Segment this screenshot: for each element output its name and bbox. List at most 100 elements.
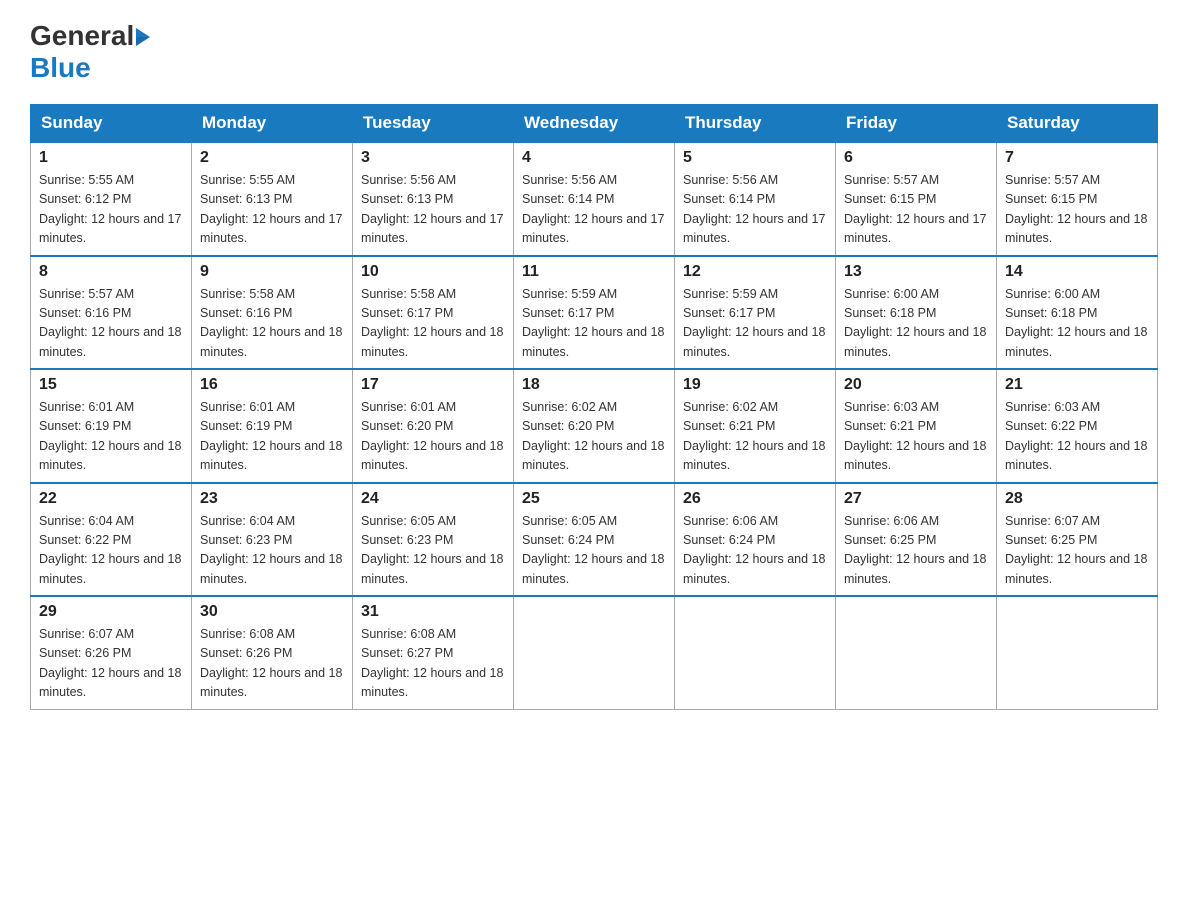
day-number: 17 (361, 376, 505, 394)
day-number: 31 (361, 603, 505, 621)
day-info: Sunrise: 6:01 AMSunset: 6:20 PMDaylight:… (361, 398, 505, 476)
calendar-cell: 6 Sunrise: 5:57 AMSunset: 6:15 PMDaylight… (836, 142, 997, 256)
day-number: 26 (683, 490, 827, 508)
day-number: 18 (522, 376, 666, 394)
day-info: Sunrise: 5:56 AMSunset: 6:14 PMDaylight:… (522, 171, 666, 249)
calendar-cell: 8Sunrise: 5:57 AMSunset: 6:16 PMDaylight… (31, 256, 192, 370)
calendar-cell: 10Sunrise: 5:58 AMSunset: 6:17 PMDayligh… (353, 256, 514, 370)
day-number: 27 (844, 490, 988, 508)
calendar-cell (997, 596, 1158, 709)
calendar-cell: 17 Sunrise: 6:01 AMSunset: 6:20 PMDayligh… (353, 369, 514, 483)
calendar-week-5: 29 Sunrise: 6:07 AMSunset: 6:26 PMDayligh… (31, 596, 1158, 709)
calendar-cell: 26 Sunrise: 6:06 AMSunset: 6:24 PMDayligh… (675, 483, 836, 597)
calendar-cell: 22Sunrise: 6:04 AMSunset: 6:22 PMDayligh… (31, 483, 192, 597)
calendar-week-3: 15 Sunrise: 6:01 AMSunset: 6:19 PMDayligh… (31, 369, 1158, 483)
day-number: 9 (200, 263, 344, 281)
calendar-cell: 9 Sunrise: 5:58 AMSunset: 6:16 PMDaylight… (192, 256, 353, 370)
day-number: 3 (361, 149, 505, 167)
day-number: 6 (844, 149, 988, 167)
day-info: Sunrise: 6:08 AMSunset: 6:26 PMDaylight:… (200, 625, 344, 703)
day-header-thursday: Thursday (675, 105, 836, 143)
calendar-cell: 2 Sunrise: 5:55 AMSunset: 6:13 PMDaylight… (192, 142, 353, 256)
day-header-tuesday: Tuesday (353, 105, 514, 143)
day-header-sunday: Sunday (31, 105, 192, 143)
logo-blue-text: Blue (30, 52, 91, 83)
day-info: Sunrise: 5:58 AMSunset: 6:17 PMDaylight:… (361, 285, 505, 363)
calendar-cell: 29 Sunrise: 6:07 AMSunset: 6:26 PMDayligh… (31, 596, 192, 709)
calendar-cell (836, 596, 997, 709)
calendar-cell: 5Sunrise: 5:56 AMSunset: 6:14 PMDaylight… (675, 142, 836, 256)
day-info: Sunrise: 6:02 AMSunset: 6:21 PMDaylight:… (683, 398, 827, 476)
day-info: Sunrise: 6:04 AMSunset: 6:22 PMDaylight:… (39, 512, 183, 590)
calendar-cell: 16 Sunrise: 6:01 AMSunset: 6:19 PMDayligh… (192, 369, 353, 483)
day-info: Sunrise: 6:06 AMSunset: 6:24 PMDaylight:… (683, 512, 827, 590)
calendar-cell: 23 Sunrise: 6:04 AMSunset: 6:23 PMDayligh… (192, 483, 353, 597)
day-number: 12 (683, 263, 827, 281)
day-number: 20 (844, 376, 988, 394)
day-info: Sunrise: 5:59 AMSunset: 6:17 PMDaylight:… (522, 285, 666, 363)
day-number: 5 (683, 149, 827, 167)
day-info: Sunrise: 6:08 AMSunset: 6:27 PMDaylight:… (361, 625, 505, 703)
day-info: Sunrise: 5:57 AMSunset: 6:15 PMDaylight:… (1005, 171, 1149, 249)
day-info: Sunrise: 6:05 AMSunset: 6:23 PMDaylight:… (361, 512, 505, 590)
day-info: Sunrise: 6:00 AMSunset: 6:18 PMDaylight:… (844, 285, 988, 363)
calendar-cell: 28Sunrise: 6:07 AMSunset: 6:25 PMDayligh… (997, 483, 1158, 597)
day-info: Sunrise: 6:07 AMSunset: 6:26 PMDaylight:… (39, 625, 183, 703)
day-number: 30 (200, 603, 344, 621)
calendar-cell: 3Sunrise: 5:56 AMSunset: 6:13 PMDaylight… (353, 142, 514, 256)
day-number: 21 (1005, 376, 1149, 394)
day-number: 25 (522, 490, 666, 508)
day-number: 24 (361, 490, 505, 508)
day-header-wednesday: Wednesday (514, 105, 675, 143)
day-number: 15 (39, 376, 183, 394)
day-number: 29 (39, 603, 183, 621)
calendar-cell: 4 Sunrise: 5:56 AMSunset: 6:14 PMDaylight… (514, 142, 675, 256)
day-info: Sunrise: 5:55 AMSunset: 6:12 PMDaylight:… (39, 171, 183, 249)
calendar-cell: 27 Sunrise: 6:06 AMSunset: 6:25 PMDayligh… (836, 483, 997, 597)
day-number: 7 (1005, 149, 1149, 167)
page-header: General Blue (30, 20, 1158, 84)
calendar-cell: 13 Sunrise: 6:00 AMSunset: 6:18 PMDayligh… (836, 256, 997, 370)
day-header-monday: Monday (192, 105, 353, 143)
day-number: 16 (200, 376, 344, 394)
calendar-cell: 25 Sunrise: 6:05 AMSunset: 6:24 PMDayligh… (514, 483, 675, 597)
day-header-saturday: Saturday (997, 105, 1158, 143)
calendar-cell: 21 Sunrise: 6:03 AMSunset: 6:22 PMDayligh… (997, 369, 1158, 483)
calendar-header-row: SundayMondayTuesdayWednesdayThursdayFrid… (31, 105, 1158, 143)
calendar-cell: 24 Sunrise: 6:05 AMSunset: 6:23 PMDayligh… (353, 483, 514, 597)
calendar-cell: 14Sunrise: 6:00 AMSunset: 6:18 PMDayligh… (997, 256, 1158, 370)
calendar-cell: 18 Sunrise: 6:02 AMSunset: 6:20 PMDayligh… (514, 369, 675, 483)
day-number: 4 (522, 149, 666, 167)
day-number: 8 (39, 263, 183, 281)
day-number: 1 (39, 149, 183, 167)
day-number: 11 (522, 263, 666, 281)
calendar-cell: 12 Sunrise: 5:59 AMSunset: 6:17 PMDayligh… (675, 256, 836, 370)
day-info: Sunrise: 6:03 AMSunset: 6:22 PMDaylight:… (1005, 398, 1149, 476)
day-info: Sunrise: 6:01 AMSunset: 6:19 PMDaylight:… (39, 398, 183, 476)
day-number: 13 (844, 263, 988, 281)
day-number: 23 (200, 490, 344, 508)
calendar-week-1: 1 Sunrise: 5:55 AMSunset: 6:12 PMDaylight… (31, 142, 1158, 256)
calendar-table: SundayMondayTuesdayWednesdayThursdayFrid… (30, 104, 1158, 710)
day-info: Sunrise: 5:55 AMSunset: 6:13 PMDaylight:… (200, 171, 344, 249)
calendar-cell (675, 596, 836, 709)
day-info: Sunrise: 6:05 AMSunset: 6:24 PMDaylight:… (522, 512, 666, 590)
day-info: Sunrise: 5:58 AMSunset: 6:16 PMDaylight:… (200, 285, 344, 363)
calendar-week-2: 8Sunrise: 5:57 AMSunset: 6:16 PMDaylight… (31, 256, 1158, 370)
day-info: Sunrise: 6:04 AMSunset: 6:23 PMDaylight:… (200, 512, 344, 590)
day-header-friday: Friday (836, 105, 997, 143)
calendar-cell: 20Sunrise: 6:03 AMSunset: 6:21 PMDayligh… (836, 369, 997, 483)
day-info: Sunrise: 6:01 AMSunset: 6:19 PMDaylight:… (200, 398, 344, 476)
day-info: Sunrise: 5:59 AMSunset: 6:17 PMDaylight:… (683, 285, 827, 363)
calendar-cell (514, 596, 675, 709)
logo-general-text: General (30, 20, 134, 52)
calendar-cell: 30 Sunrise: 6:08 AMSunset: 6:26 PMDayligh… (192, 596, 353, 709)
calendar-cell: 15 Sunrise: 6:01 AMSunset: 6:19 PMDayligh… (31, 369, 192, 483)
day-info: Sunrise: 6:02 AMSunset: 6:20 PMDaylight:… (522, 398, 666, 476)
day-number: 2 (200, 149, 344, 167)
day-info: Sunrise: 5:57 AMSunset: 6:15 PMDaylight:… (844, 171, 988, 249)
logo: General Blue (30, 20, 150, 84)
day-info: Sunrise: 6:06 AMSunset: 6:25 PMDaylight:… (844, 512, 988, 590)
day-number: 19 (683, 376, 827, 394)
calendar-cell: 31 Sunrise: 6:08 AMSunset: 6:27 PMDayligh… (353, 596, 514, 709)
